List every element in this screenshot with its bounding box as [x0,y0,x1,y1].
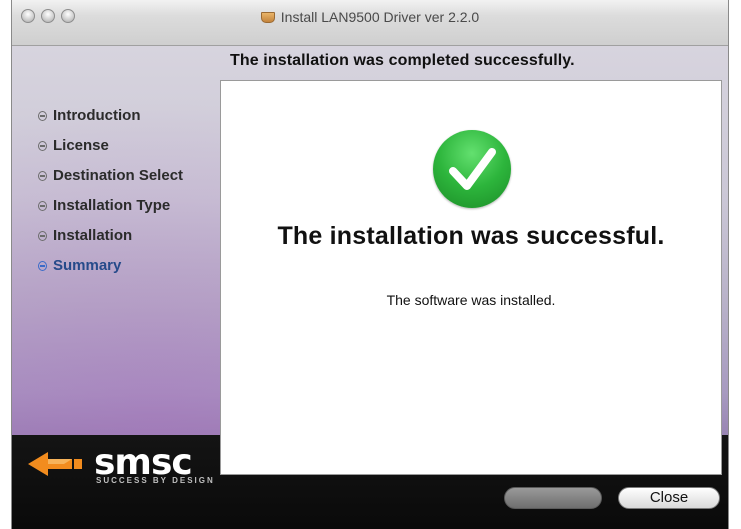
title-bar[interactable]: Install LAN9500 Driver ver 2.2.0 [12,0,728,46]
step-destination-select: Destination Select [38,167,183,197]
logo-tagline: SUCCESS BY DESIGN [96,476,215,485]
installer-window: Install LAN9500 Driver ver 2.2.0 The ins… [11,0,729,529]
step-bullet-icon [38,141,47,151]
step-label: Installation [53,227,133,244]
step-introduction: Introduction [38,107,183,137]
step-bullet-icon [38,231,47,241]
close-button[interactable]: Close [618,487,720,509]
success-detail: The software was installed. [386,292,556,308]
window-title-text: Install LAN9500 Driver ver 2.2.0 [280,9,480,25]
step-installation: Installation [38,227,183,257]
window-title: Install LAN9500 Driver ver 2.2.0 [12,9,728,25]
page-headline: The installation was completed successfu… [230,52,575,69]
step-label: Destination Select [53,167,184,184]
step-installation-type: Installation Type [38,197,183,227]
success-title: The installation was successful. [277,222,665,250]
step-label: Summary [53,257,122,274]
green-checkmark-icon [433,130,511,208]
package-icon [260,12,275,23]
step-bullet-icon-active [38,261,47,271]
go-back-button[interactable] [504,487,602,509]
step-label: License [53,137,109,154]
smsc-logo: smsc SUCCESS BY DESIGN [26,442,216,486]
step-summary: Summary [38,257,183,287]
logo-wordmark: smsc [94,442,193,483]
installer-steps-list: Introduction License Destination Select … [38,107,183,287]
step-label: Installation Type [53,197,171,214]
step-bullet-icon [38,201,47,211]
step-bullet-icon [38,171,47,181]
step-label: Introduction [53,107,141,124]
smsc-arrow-icon [28,452,82,476]
content-panel: The installation was successful. The sof… [220,80,722,475]
step-license: License [38,137,183,167]
step-bullet-icon [38,111,47,121]
